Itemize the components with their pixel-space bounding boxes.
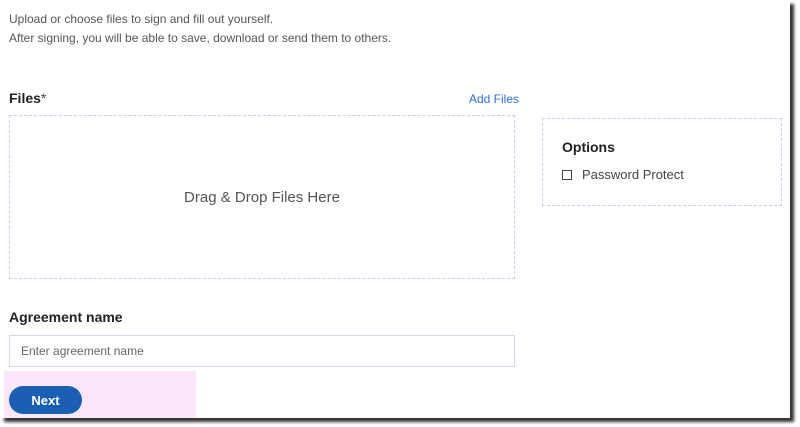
page: Upload or choose files to sign and fill …	[0, 0, 790, 418]
intro-text: Upload or choose files to sign and fill …	[9, 10, 391, 48]
file-dropzone[interactable]: Drag & Drop Files Here	[9, 115, 515, 279]
options-title: Options	[562, 139, 615, 155]
intro-line-2: After signing, you will be able to save,…	[9, 31, 392, 45]
files-label: Files*	[9, 90, 46, 106]
next-button[interactable]: Next	[9, 386, 82, 414]
add-files-link[interactable]: Add Files	[469, 92, 519, 106]
password-protect-checkbox[interactable]	[562, 169, 572, 180]
password-protect-option[interactable]: Password Protect	[562, 167, 762, 182]
intro-line-1: Upload or choose files to sign and fill …	[9, 12, 274, 26]
agreement-name-label: Agreement name	[9, 309, 123, 325]
options-panel: Options Password Protect	[542, 118, 782, 206]
agreement-name-input[interactable]	[9, 335, 515, 367]
dropzone-text: Drag & Drop Files Here	[184, 188, 340, 206]
files-label-text: Files	[9, 90, 41, 106]
required-marker: *	[40, 90, 47, 106]
password-protect-label: Password Protect	[582, 167, 684, 182]
